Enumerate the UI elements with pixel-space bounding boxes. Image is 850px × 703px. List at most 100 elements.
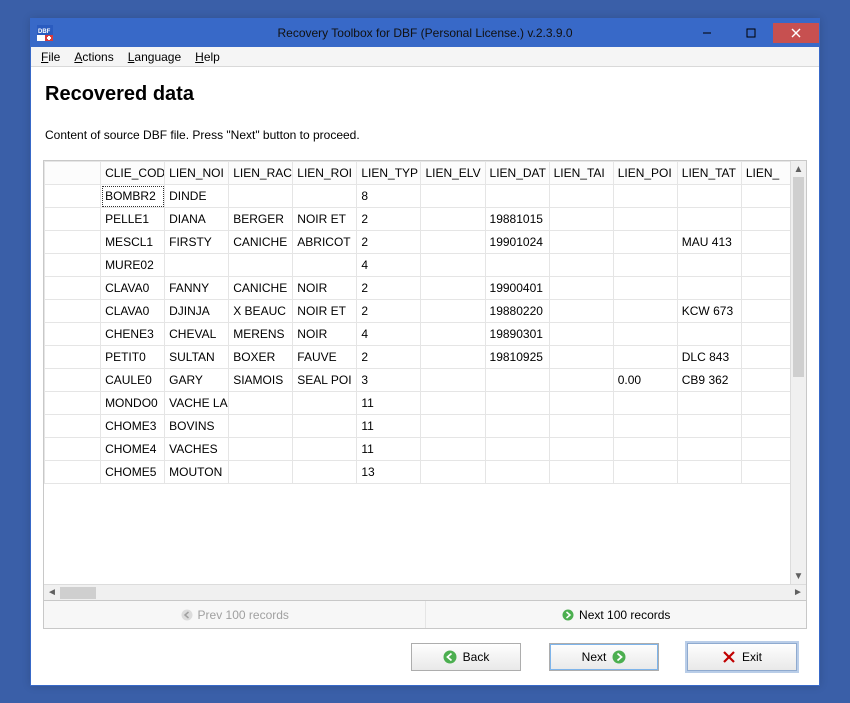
cell[interactable]: CHOME4 <box>101 438 165 461</box>
cell[interactable]: 13 <box>357 461 421 484</box>
cell[interactable]: 0.00 <box>613 369 677 392</box>
cell[interactable] <box>421 277 485 300</box>
cell[interactable]: 4 <box>357 254 421 277</box>
cell[interactable] <box>485 461 549 484</box>
cell[interactable] <box>549 185 613 208</box>
cell[interactable] <box>549 254 613 277</box>
cell[interactable]: 2 <box>357 231 421 254</box>
cell[interactable]: FIRSTY <box>165 231 229 254</box>
prev-records-button[interactable]: Prev 100 records <box>44 601 425 628</box>
column-header[interactable]: LIEN_DAT <box>485 162 549 185</box>
column-header[interactable]: LIEN_NOI <box>165 162 229 185</box>
cell[interactable] <box>613 346 677 369</box>
cell[interactable] <box>165 254 229 277</box>
cell[interactable]: CHOME3 <box>101 415 165 438</box>
column-header[interactable]: LIEN_TAT <box>677 162 741 185</box>
cell[interactable]: MONDO0 <box>101 392 165 415</box>
cell[interactable]: GARY <box>165 369 229 392</box>
cell[interactable]: BOMBR2 <box>101 185 165 208</box>
cell[interactable]: X BEAUC <box>229 300 293 323</box>
cell[interactable]: SULTAN <box>165 346 229 369</box>
cell[interactable]: NOIR <box>293 277 357 300</box>
cell[interactable]: 19900401 <box>485 277 549 300</box>
cell[interactable] <box>549 346 613 369</box>
table-row[interactable]: MESCL1FIRSTYCANICHEABRICOT219901024MAU 4… <box>45 231 806 254</box>
cell[interactable] <box>549 461 613 484</box>
cell[interactable]: ABRICOT <box>293 231 357 254</box>
cell[interactable]: BOVINS <box>165 415 229 438</box>
cell[interactable] <box>485 254 549 277</box>
cell[interactable]: MERENS <box>229 323 293 346</box>
table-row[interactable]: CHOME5MOUTON13 <box>45 461 806 484</box>
cell[interactable]: 2 <box>357 300 421 323</box>
cell[interactable] <box>677 438 741 461</box>
cell[interactable] <box>549 415 613 438</box>
cell[interactable] <box>549 231 613 254</box>
cell[interactable]: NOIR ET <box>293 300 357 323</box>
column-header[interactable]: LIEN_TYP <box>357 162 421 185</box>
menu-language[interactable]: Language <box>122 49 187 65</box>
column-header[interactable]: CLIE_COD <box>101 162 165 185</box>
table-row[interactable]: CLAVA0DJINJAX BEAUCNOIR ET219880220KCW 6… <box>45 300 806 323</box>
cell[interactable]: BOXER <box>229 346 293 369</box>
back-button[interactable]: Back <box>411 643 521 671</box>
column-header[interactable]: LIEN_POI <box>613 162 677 185</box>
table-row[interactable]: CLAVA0FANNYCANICHENOIR219900401 <box>45 277 806 300</box>
close-button[interactable] <box>773 23 819 43</box>
cell[interactable] <box>549 208 613 231</box>
cell[interactable] <box>421 185 485 208</box>
menu-file[interactable]: File <box>35 49 66 65</box>
cell[interactable]: NOIR ET <box>293 208 357 231</box>
cell[interactable] <box>421 346 485 369</box>
cell[interactable] <box>229 185 293 208</box>
horizontal-scroll-thumb[interactable] <box>60 587 96 599</box>
cell[interactable] <box>421 461 485 484</box>
cell[interactable]: 11 <box>357 438 421 461</box>
cell[interactable] <box>229 438 293 461</box>
menu-help[interactable]: Help <box>189 49 226 65</box>
cell[interactable]: 19890301 <box>485 323 549 346</box>
cell[interactable]: DLC 843 <box>677 346 741 369</box>
cell[interactable]: CLAVA0 <box>101 277 165 300</box>
cell[interactable]: CHENE3 <box>101 323 165 346</box>
cell[interactable]: FAUVE <box>293 346 357 369</box>
vertical-scroll-thumb[interactable] <box>793 177 804 377</box>
cell[interactable] <box>293 254 357 277</box>
cell[interactable] <box>613 185 677 208</box>
cell[interactable]: DJINJA <box>165 300 229 323</box>
cell[interactable] <box>293 461 357 484</box>
column-header[interactable]: LIEN_RAC <box>229 162 293 185</box>
cell[interactable] <box>613 208 677 231</box>
cell[interactable] <box>229 254 293 277</box>
cell[interactable] <box>485 369 549 392</box>
cell[interactable] <box>677 461 741 484</box>
cell[interactable] <box>677 254 741 277</box>
cell[interactable]: VACHES <box>165 438 229 461</box>
scroll-right-icon[interactable]: ► <box>790 585 806 601</box>
cell[interactable] <box>549 438 613 461</box>
maximize-button[interactable] <box>729 23 773 43</box>
cell[interactable]: NOIR <box>293 323 357 346</box>
cell[interactable]: MESCL1 <box>101 231 165 254</box>
cell[interactable]: MURE02 <box>101 254 165 277</box>
table-row[interactable]: MONDO0VACHE LA11 <box>45 392 806 415</box>
cell[interactable] <box>549 300 613 323</box>
cell[interactable] <box>293 185 357 208</box>
grid-scroll[interactable]: CLIE_CODLIEN_NOILIEN_RACLIEN_ROILIEN_TYP… <box>44 161 806 584</box>
cell[interactable]: CLAVA0 <box>101 300 165 323</box>
cell[interactable]: BERGER <box>229 208 293 231</box>
cell[interactable]: DINDE <box>165 185 229 208</box>
table-row[interactable]: CHOME3BOVINS11 <box>45 415 806 438</box>
cell[interactable]: 19881015 <box>485 208 549 231</box>
cell[interactable] <box>421 323 485 346</box>
cell[interactable]: KCW 673 <box>677 300 741 323</box>
cell[interactable] <box>613 323 677 346</box>
cell[interactable] <box>613 392 677 415</box>
cell[interactable]: 19901024 <box>485 231 549 254</box>
vertical-scrollbar[interactable]: ▲ ▼ <box>790 161 806 584</box>
cell[interactable]: DIANA <box>165 208 229 231</box>
cell[interactable]: CB9 362 <box>677 369 741 392</box>
cell[interactable]: SIAMOIS <box>229 369 293 392</box>
cell[interactable] <box>677 392 741 415</box>
exit-button[interactable]: Exit <box>687 643 797 671</box>
